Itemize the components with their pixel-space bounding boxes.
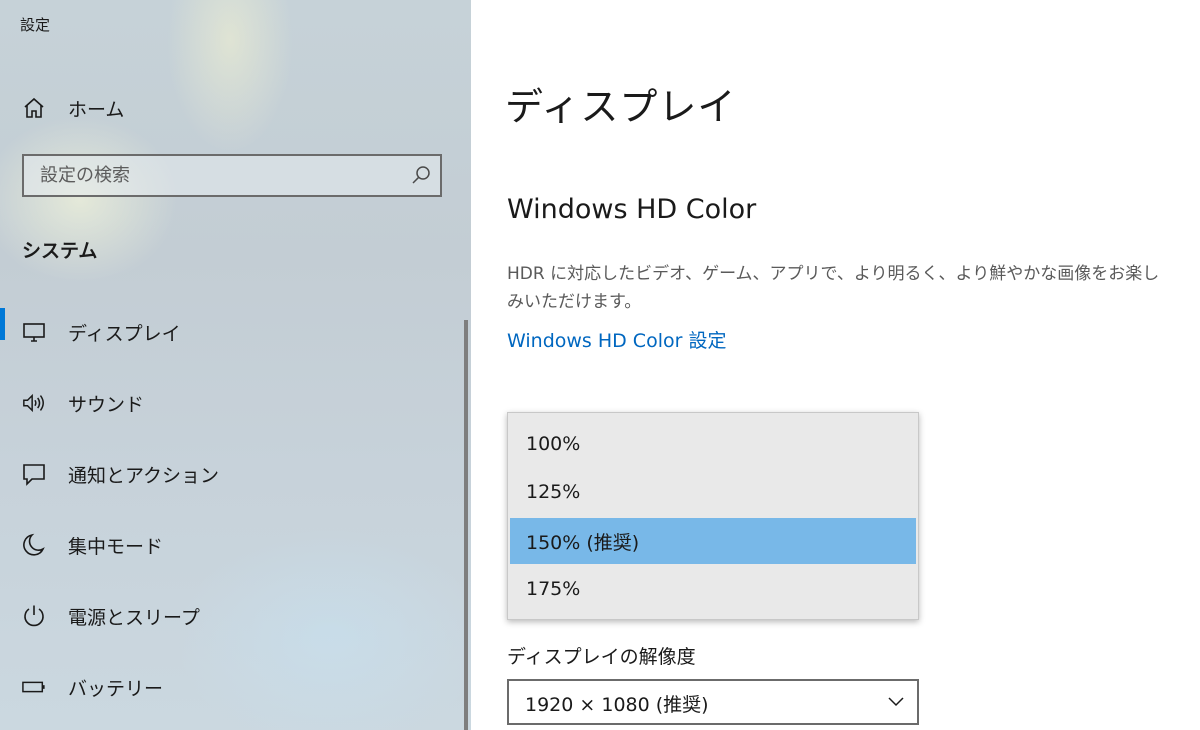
sidebar-item-label: ディスプレイ	[68, 322, 181, 345]
page-title: ディスプレイ	[505, 85, 737, 129]
sidebar-item-label: バッテリー	[68, 677, 164, 700]
search-icon[interactable]	[410, 164, 432, 186]
resolution-dropdown[interactable]: 1920 × 1080 (推奨)	[507, 679, 919, 725]
sidebar-item-power[interactable]: 電源とスリープ	[0, 592, 464, 640]
search-box	[22, 154, 442, 197]
hd-color-title: Windows HD Color	[507, 194, 757, 225]
moon-icon	[22, 533, 46, 557]
battery-icon	[22, 675, 46, 699]
sidebar-item-display[interactable]: ディスプレイ	[0, 308, 464, 356]
main-content: ディスプレイ Windows HD Color HDR に対応したビデオ、ゲーム…	[471, 0, 1200, 730]
sidebar: 設定 ホーム システム	[0, 0, 471, 730]
hd-color-description: HDR に対応したビデオ、ゲーム、アプリで、より明るく、より鮮やかな画像をお楽し…	[507, 264, 1160, 312]
speaker-icon	[22, 391, 46, 415]
app-title: 設定	[20, 16, 51, 34]
scale-option-125[interactable]: 125%	[510, 469, 916, 515]
sidebar-item-notifications[interactable]: 通知とアクション	[0, 450, 464, 498]
home-icon	[22, 96, 46, 120]
sidebar-item-sound[interactable]: サウンド	[0, 379, 464, 427]
monitor-icon	[22, 320, 46, 344]
sidebar-item-battery[interactable]: バッテリー	[0, 663, 464, 711]
sidebar-item-focus-assist[interactable]: 集中モード	[0, 521, 464, 569]
sidebar-item-label: 集中モード	[68, 535, 164, 558]
scale-option-100[interactable]: 100%	[510, 421, 916, 467]
nav-home-label: ホーム	[68, 98, 125, 121]
sidebar-item-label: 通知とアクション	[68, 464, 220, 487]
nav-home[interactable]: ホーム	[0, 86, 470, 130]
sidebar-scrollbar[interactable]	[464, 320, 468, 730]
resolution-value: 1920 × 1080 (推奨)	[525, 694, 709, 716]
sidebar-item-label: サウンド	[68, 393, 145, 416]
resolution-label: ディスプレイの解像度	[507, 646, 696, 668]
chevron-down-icon	[887, 694, 905, 708]
settings-window: 設定 ホーム システム	[0, 0, 1200, 730]
scale-option-150[interactable]: 150% (推奨)	[510, 518, 916, 564]
scale-dropdown-popup: 100% 125% 150% (推奨) 175%	[507, 412, 919, 620]
power-icon	[22, 604, 46, 628]
search-input[interactable]	[40, 156, 400, 195]
section-title-system: システム	[22, 240, 98, 262]
notification-icon	[22, 462, 46, 486]
scale-option-175[interactable]: 175%	[510, 566, 916, 612]
hd-color-settings-link[interactable]: Windows HD Color 設定	[507, 326, 726, 353]
sidebar-item-label: 電源とスリープ	[68, 606, 200, 629]
